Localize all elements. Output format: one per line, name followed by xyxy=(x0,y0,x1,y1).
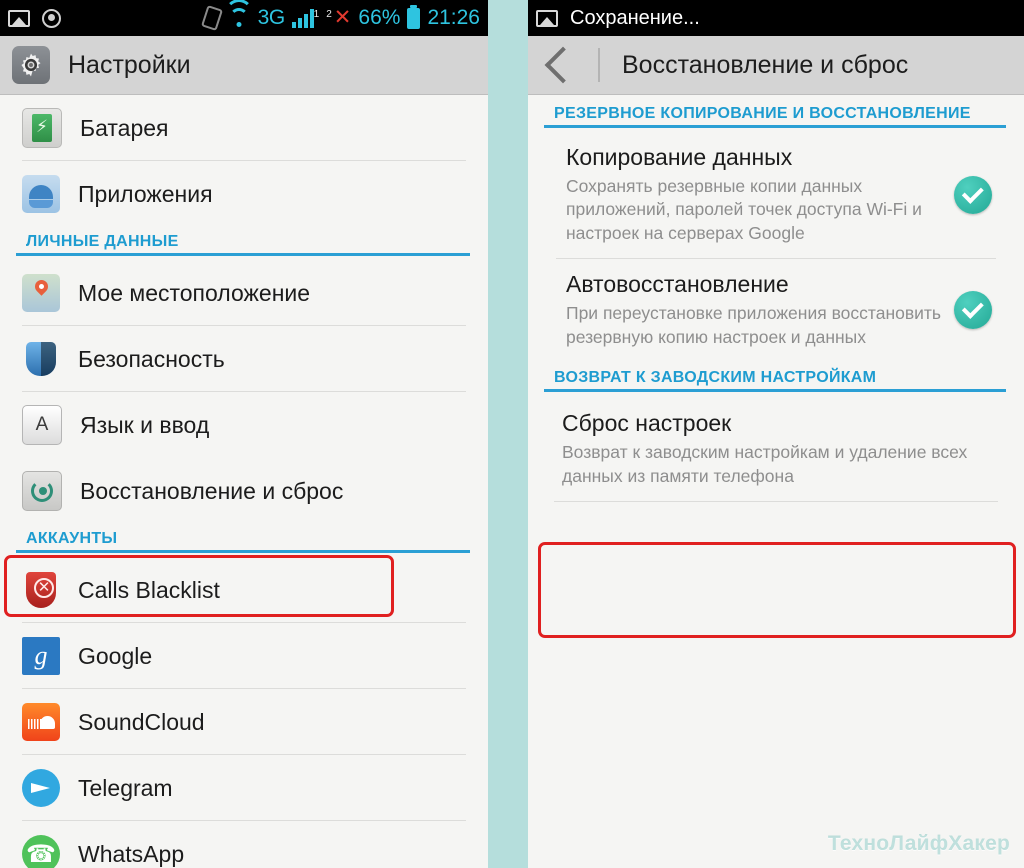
sim2-label: 2 xyxy=(326,9,332,20)
list-item-label: Безопасность xyxy=(78,345,225,372)
battery-icon xyxy=(22,108,62,148)
section-header-backup: РЕЗЕРВНОЕ КОПИРОВАНИЕ И ВОССТАНОВЛЕНИЕ xyxy=(528,95,1024,128)
list-item-label: Google xyxy=(78,642,153,669)
list-item-title: Автовосстановление xyxy=(566,271,789,298)
list-item-language-input[interactable]: A Язык и ввод xyxy=(0,392,488,458)
left-action-bar: Настройки xyxy=(0,36,488,95)
list-item-soundcloud[interactable]: SoundCloud xyxy=(0,689,488,755)
backup-reset-list[interactable]: РЕЗЕРВНОЕ КОПИРОВАНИЕ И ВОССТАНОВЛЕНИЕ К… xyxy=(528,95,1024,868)
right-action-bar: Восстановление и сброс xyxy=(528,36,1024,95)
status-left-icons: Сохранение... xyxy=(536,7,700,30)
section-header-accounts: АККАУНТЫ xyxy=(0,524,488,553)
list-item-label: Приложения xyxy=(78,180,213,207)
google-icon: g xyxy=(22,637,60,675)
list-item-label: Telegram xyxy=(78,774,173,801)
list-item-google[interactable]: g Google xyxy=(0,623,488,689)
settings-list[interactable]: Батарея Приложения ЛИЧНЫЕ ДАННЫЕ Мое мес… xyxy=(0,95,488,868)
list-item-label: Мое местоположение xyxy=(78,279,311,306)
recording-icon xyxy=(42,8,61,28)
list-item-battery[interactable]: Батарея xyxy=(0,95,488,161)
panel-divider xyxy=(488,0,528,868)
list-item-apps[interactable]: Приложения xyxy=(0,161,488,227)
list-item-factory-reset[interactable]: Сброс настроек Возврат к заводским настр… xyxy=(528,396,1024,502)
highlight-box-factory-reset xyxy=(538,542,1016,638)
location-icon xyxy=(22,274,60,312)
list-item-label: Calls Blacklist xyxy=(78,576,220,603)
list-item-whatsapp[interactable]: ☎ WhatsApp xyxy=(0,821,488,868)
check-circle-icon[interactable] xyxy=(954,175,992,214)
list-item-label: Батарея xyxy=(80,114,169,141)
left-status-bar: 3G 1 2 ✕ 66% 21:26 xyxy=(0,0,488,36)
watermark: ТехноЛайфХакер xyxy=(827,832,1010,855)
list-item-security[interactable]: Безопасность xyxy=(0,326,488,392)
list-item-subtitle: Возврат к заводским настройкам и удалени… xyxy=(562,442,968,486)
actionbar-divider xyxy=(598,48,600,82)
signal-bars-icon: 1 xyxy=(291,8,322,28)
check-circle-icon[interactable] xyxy=(954,291,992,330)
list-item-title: Копирование данных xyxy=(566,144,793,170)
soundcloud-icon xyxy=(22,703,60,741)
list-item-label: SoundCloud xyxy=(78,708,205,735)
list-item-label: WhatsApp xyxy=(78,840,185,867)
page-title: Восстановление и сброс xyxy=(622,50,909,79)
photo-icon xyxy=(8,9,30,27)
restore-icon xyxy=(22,471,62,511)
list-item-calls-blacklist[interactable]: Calls Blacklist xyxy=(0,557,488,623)
shield-icon xyxy=(22,340,60,378)
list-item-auto-restore[interactable]: Автовосстановление При переустановке при… xyxy=(528,259,1024,363)
sim1-label: 1 xyxy=(313,9,320,20)
whatsapp-icon: ☎ xyxy=(22,835,60,868)
list-item-backup-reset[interactable]: Восстановление и сброс xyxy=(0,458,488,524)
status-right-icons: 3G 1 2 ✕ 66% 21:26 xyxy=(200,0,480,31)
saving-status-label: Сохранение... xyxy=(570,6,700,29)
list-item-subtitle: Сохранять резервные копии данных приложе… xyxy=(566,176,922,243)
list-item-label: Восстановление и сброс xyxy=(80,477,344,504)
clock-label: 21:26 xyxy=(427,6,480,29)
list-item-text: Автовосстановление При переустановке при… xyxy=(566,271,954,349)
chevron-left-icon[interactable] xyxy=(544,46,582,84)
list-item-backup-data[interactable]: Копирование данных Сохранять резервные к… xyxy=(528,132,1024,260)
page-title: Настройки xyxy=(68,50,191,79)
list-item-text: Копирование данных Сохранять резервные к… xyxy=(566,144,954,245)
section-header-factory-reset: ВОЗВРАТ К ЗАВОДСКИМ НАСТРОЙКАМ xyxy=(528,363,1024,393)
network-type-label: 3G xyxy=(257,6,286,29)
battery-icon xyxy=(407,4,421,29)
left-phone-panel: 3G 1 2 ✕ 66% 21:26 Настройки ⚡ Батарея П… xyxy=(0,0,488,868)
sim2-no-signal-icon: 2 ✕ xyxy=(326,6,352,29)
vibrate-icon xyxy=(200,5,223,31)
telegram-icon xyxy=(22,769,60,807)
blacklist-shield-icon xyxy=(22,571,60,609)
no-signal-x-icon: ✕ xyxy=(333,6,352,29)
wifi-icon xyxy=(224,0,253,27)
gear-icon xyxy=(12,46,50,84)
list-item-my-location[interactable]: Мое местоположение xyxy=(0,260,488,326)
list-item-label: Язык и ввод xyxy=(80,411,210,438)
screenshot-root: 3G 1 2 ✕ 66% 21:26 Настройки ⚡ Батарея П… xyxy=(0,0,1024,868)
battery-percent-label: 66% xyxy=(358,6,401,29)
right-status-bar: Сохранение... xyxy=(528,0,1024,36)
list-item-telegram[interactable]: Telegram xyxy=(0,755,488,821)
list-item-subtitle: При переустановке приложения восстановит… xyxy=(566,303,942,347)
keyboard-a-icon: A xyxy=(22,405,62,445)
list-item-title: Сброс настроек xyxy=(562,410,732,437)
photo-icon xyxy=(536,9,558,27)
android-icon xyxy=(22,175,60,213)
right-phone-panel: Сохранение... Восстановление и сброс РЕЗ… xyxy=(528,0,1024,868)
section-header-personal: ЛИЧНЫЕ ДАННЫЕ xyxy=(0,227,488,256)
status-left-icons xyxy=(8,8,61,28)
